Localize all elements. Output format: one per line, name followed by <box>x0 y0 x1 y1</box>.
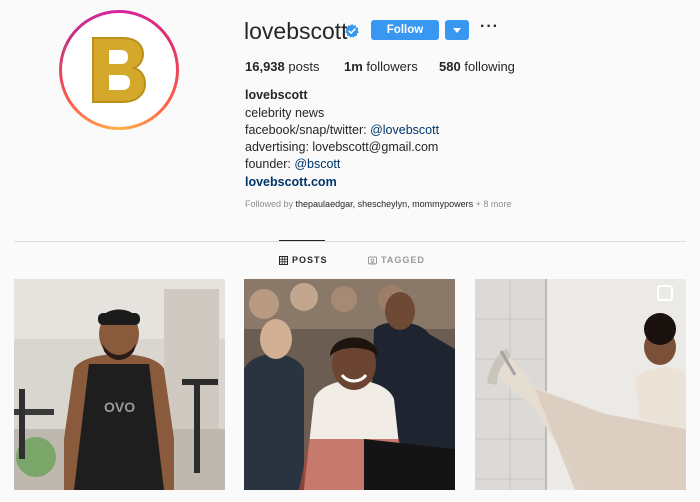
tab-posts-label: POSTS <box>292 255 328 265</box>
posts-stat: 16,938 posts <box>245 59 319 74</box>
followed-by-names: thepaulaedgar, shescheylyn, mommypowers <box>295 199 474 209</box>
b-logo-icon <box>92 37 147 103</box>
followed-by[interactable]: Followed by thepaulaedgar, shescheylyn, … <box>245 199 511 209</box>
following-count: 580 <box>439 59 461 74</box>
followers-stat[interactable]: 1m followers <box>344 59 418 74</box>
tag-icon <box>368 256 377 265</box>
bio-line-3: advertising: lovebscott@gmail.com <box>245 140 439 154</box>
post-image-event <box>244 279 455 490</box>
post-image-gym: OVO <box>14 279 225 490</box>
verified-badge-icon <box>345 24 359 38</box>
followed-by-more: + 8 more <box>473 199 512 209</box>
grid-icon <box>279 256 288 265</box>
more-options-icon[interactable]: ··· <box>480 18 499 36</box>
post-thumbnail[interactable]: OVO <box>14 279 225 490</box>
active-tab-indicator <box>279 240 325 241</box>
bio-line-1: celebrity news <box>245 106 325 120</box>
profile-username: lovebscott <box>244 18 348 44</box>
profile-avatar[interactable] <box>59 10 179 130</box>
caret-down-icon <box>453 28 461 33</box>
following-stat[interactable]: 580 following <box>439 59 515 74</box>
bio-line-2: facebook/snap/twitter: @lovebscott <box>245 123 439 137</box>
follow-button[interactable]: Follow <box>371 20 439 40</box>
posts-count: 16,938 <box>245 59 285 74</box>
following-label: following <box>464 59 515 74</box>
followed-by-prefix: Followed by <box>245 199 296 209</box>
website-link[interactable]: lovebscott.com <box>245 175 337 189</box>
post-thumbnail[interactable] <box>244 279 455 490</box>
posts-label: posts <box>288 59 320 74</box>
bio-line-4-text: founder: <box>245 157 295 171</box>
profile-full-name: lovebscott <box>245 88 308 102</box>
bio-mention-link[interactable]: @lovebscott <box>370 123 439 137</box>
avatar-inner <box>62 13 176 127</box>
svg-text:OVO: OVO <box>104 399 135 415</box>
tab-tagged-label: TAGGED <box>381 255 425 265</box>
tabs-divider <box>14 241 686 242</box>
followers-count: 1m <box>344 59 363 74</box>
founder-mention-link[interactable]: @bscott <box>294 157 340 171</box>
bio-line-2-text: facebook/snap/twitter: <box>245 123 371 137</box>
suggestions-dropdown-button[interactable] <box>445 20 469 40</box>
post-thumbnail[interactable] <box>475 279 686 490</box>
followers-label: followers <box>366 59 418 74</box>
post-image-fashion <box>475 279 686 490</box>
bio-line-4: founder: @bscott <box>245 157 340 171</box>
